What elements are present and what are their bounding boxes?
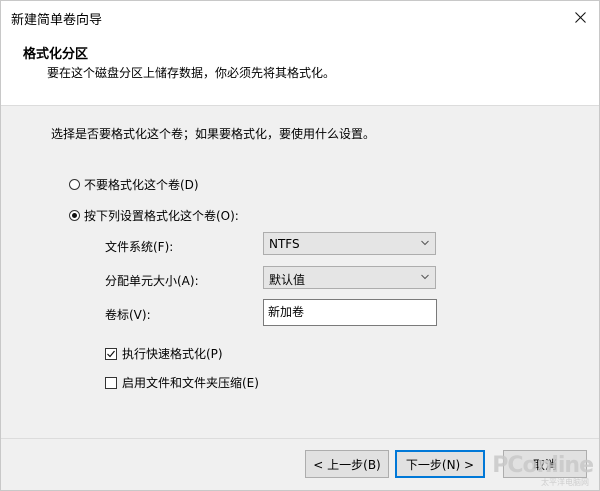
- title-bar: 新建简单卷向导: [1, 1, 599, 33]
- back-button[interactable]: < 上一步(B): [305, 450, 389, 478]
- allocation-unit-dropdown[interactable]: 默认值: [263, 266, 436, 289]
- quick-format-checkbox[interactable]: [105, 347, 117, 360]
- compression-label: 启用文件和文件夹压缩(E): [122, 376, 259, 390]
- chevron-down-icon: [421, 240, 429, 246]
- wizard-window: 新建简单卷向导 格式化分区 要在这个磁盘分区上储存数据，你必须先将其格式化。 选…: [0, 0, 600, 491]
- volume-label-input[interactable]: 新加卷: [263, 299, 437, 326]
- quick-format-checkbox-row[interactable]: 执行快速格式化(P): [105, 345, 223, 362]
- quick-format-label: 执行快速格式化(P): [122, 347, 223, 361]
- file-system-dropdown[interactable]: NTFS: [263, 232, 436, 255]
- file-system-value: NTFS: [269, 237, 300, 251]
- radio-button-no-format[interactable]: [69, 179, 80, 190]
- compression-checkbox[interactable]: [105, 376, 117, 389]
- radio-format[interactable]: 按下列设置格式化这个卷(O):: [69, 207, 239, 224]
- compression-checkbox-row[interactable]: 启用文件和文件夹压缩(E): [105, 374, 259, 391]
- radio-no-format[interactable]: 不要格式化这个卷(D): [69, 176, 199, 193]
- allocation-unit-label: 分配单元大小(A):: [105, 274, 199, 288]
- radio-format-label: 按下列设置格式化这个卷(O):: [84, 209, 239, 223]
- volume-label-label: 卷标(V):: [105, 308, 151, 322]
- header-title: 格式化分区: [23, 47, 89, 62]
- checkmark-icon: [107, 350, 115, 357]
- file-system-label: 文件系统(F):: [105, 240, 174, 254]
- next-button[interactable]: 下一步(N) >: [395, 450, 485, 478]
- header-description: 要在这个磁盘分区上储存数据，你必须先将其格式化。: [47, 66, 336, 80]
- instruction-text: 选择是否要格式化这个卷；如果要格式化，要使用什么设置。: [51, 127, 376, 141]
- wizard-header: 格式化分区 要在这个磁盘分区上储存数据，你必须先将其格式化。: [1, 33, 599, 106]
- window-title: 新建简单卷向导: [11, 13, 103, 28]
- chevron-down-icon: [421, 274, 429, 280]
- close-icon: [574, 11, 586, 23]
- close-button[interactable]: [567, 5, 593, 29]
- watermark-logo: PConline: [492, 453, 594, 478]
- radio-button-format[interactable]: [69, 210, 80, 221]
- radio-no-format-label: 不要格式化这个卷(D): [84, 178, 199, 192]
- watermark-subtext: 太平洋电脑网: [541, 478, 589, 487]
- footer-divider: [1, 438, 599, 439]
- allocation-unit-value: 默认值: [269, 273, 306, 287]
